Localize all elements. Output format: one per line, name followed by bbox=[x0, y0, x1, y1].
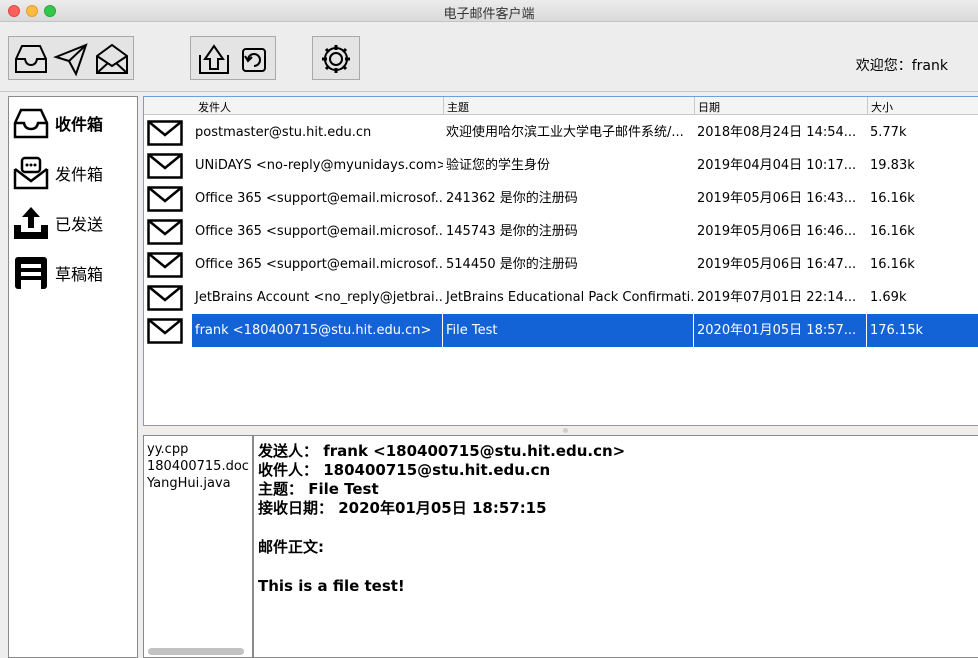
column-header-size[interactable]: 大小 bbox=[871, 99, 893, 115]
welcome-label: 欢迎您：frank bbox=[855, 58, 948, 74]
mail-date: 2019年04月04日 10:17... bbox=[697, 158, 857, 173]
mail-date: 2019年05月06日 16:46... bbox=[697, 224, 857, 239]
refresh-icon[interactable] bbox=[235, 41, 273, 77]
attachment-list: yy.cpp 180400715.doc YangHui.java bbox=[143, 435, 253, 658]
mail-sender: postmaster@stu.hit.edu.cn bbox=[195, 125, 372, 140]
envelope-icon bbox=[147, 186, 183, 212]
envelope-icon bbox=[147, 285, 183, 311]
horizontal-scrollbar[interactable] bbox=[148, 648, 244, 655]
gear-icon[interactable] bbox=[317, 41, 355, 77]
message-subject: 主题： File Test bbox=[258, 480, 379, 498]
mail-list-header: 发件人 主题 日期 大小 bbox=[144, 97, 978, 115]
mail-row[interactable]: UNiDAYS <no-reply@myunidays.com> 验证您的学生身份… bbox=[144, 149, 978, 182]
inbox-icon bbox=[11, 103, 51, 143]
mail-subject: File Test bbox=[443, 314, 694, 347]
mail-sender: Office 365 <support@email.microsof... bbox=[195, 224, 443, 239]
mail-date: 2018年08月24日 14:54... bbox=[697, 125, 857, 140]
mail-row[interactable]: frank <180400715@stu.hit.edu.cn> File Tes… bbox=[144, 314, 978, 347]
mail-date: 2019年05月06日 16:43... bbox=[697, 191, 857, 206]
app-window: 电子邮件客户端 欢迎您：frank 收件箱 发件箱 已发送 草稿箱 发件人 主题… bbox=[0, 0, 978, 658]
envelope-icon bbox=[147, 120, 183, 146]
mail-subject: 欢迎使用哈尔滨工业大学电子邮件系统/... bbox=[446, 125, 684, 140]
reply-icon[interactable] bbox=[195, 41, 233, 77]
toolbar: 欢迎您：frank bbox=[0, 22, 978, 92]
upload-icon bbox=[11, 203, 51, 243]
send-icon[interactable] bbox=[52, 41, 90, 77]
mail-date: 2019年07月01日 22:14... bbox=[697, 290, 857, 305]
mail-size: 19.83k bbox=[870, 158, 915, 173]
toolbar-group-mail bbox=[8, 36, 134, 80]
mail-row[interactable]: postmaster@stu.hit.edu.cn 欢迎使用哈尔滨工业大学电子邮件… bbox=[144, 116, 978, 149]
envelope-open-icon[interactable] bbox=[93, 41, 131, 77]
mail-sender: UNiDAYS <no-reply@myunidays.com> bbox=[195, 158, 443, 173]
column-header-sender[interactable]: 发件人 bbox=[198, 99, 231, 115]
mail-subject: JetBrains Educational Pack Confirmati... bbox=[446, 290, 694, 305]
attachment-item[interactable]: YangHui.java bbox=[144, 475, 252, 492]
sidebar-item-outbox[interactable]: 发件箱 bbox=[11, 153, 135, 193]
mail-subject: 241362 是你的注册码 bbox=[446, 191, 578, 206]
folder-sidebar: 收件箱 发件箱 已发送 草稿箱 bbox=[8, 96, 138, 658]
toolbar-group-settings bbox=[312, 36, 360, 80]
mail-row[interactable]: Office 365 <support@email.microsof... 241… bbox=[144, 182, 978, 215]
mail-size: 176.15k bbox=[867, 314, 978, 347]
mail-subject: 514450 是你的注册码 bbox=[446, 257, 578, 272]
mail-date: 2019年05月06日 16:47... bbox=[697, 257, 857, 272]
inbox-icon[interactable] bbox=[12, 41, 50, 77]
draft-icon bbox=[11, 253, 51, 293]
message-view: 发送人： frank <180400715@stu.hit.edu.cn> 收件… bbox=[253, 435, 978, 658]
mail-date: 2020年01月05日 18:57... bbox=[694, 314, 867, 347]
message-body-label: 邮件正文: bbox=[258, 538, 324, 556]
mail-list: 发件人 主题 日期 大小 postmaster@stu.hit.edu.cn 欢迎… bbox=[143, 96, 978, 426]
mail-size: 16.16k bbox=[870, 224, 915, 239]
mail-sender: Office 365 <support@email.microsof... bbox=[195, 191, 443, 206]
window-title: 电子邮件客户端 bbox=[443, 7, 535, 22]
mail-size: 5.77k bbox=[870, 125, 907, 140]
sidebar-item-label: 草稿箱 bbox=[55, 265, 104, 284]
envelope-icon bbox=[147, 318, 183, 344]
toolbar-group-actions bbox=[190, 36, 276, 80]
mail-sender: frank <180400715@stu.hit.edu.cn> bbox=[192, 314, 443, 347]
column-header-subject[interactable]: 主题 bbox=[447, 99, 469, 115]
mail-subject: 145743 是你的注册码 bbox=[446, 224, 578, 239]
mail-sender: Office 365 <support@email.microsof... bbox=[195, 257, 443, 272]
sidebar-item-label: 收件箱 bbox=[55, 115, 104, 134]
message-to: 收件人： 180400715@stu.hit.edu.cn bbox=[258, 461, 551, 479]
sidebar-item-label: 已发送 bbox=[55, 215, 104, 234]
mail-row[interactable]: JetBrains Account <no_reply@jetbrai... Je… bbox=[144, 281, 978, 314]
mail-sender: JetBrains Account <no_reply@jetbrai... bbox=[195, 290, 443, 305]
message-date: 接收日期： 2020年01月05日 18:57:15 bbox=[258, 499, 547, 517]
split-divider[interactable] bbox=[143, 426, 978, 435]
attachment-item[interactable]: 180400715.doc bbox=[144, 458, 252, 475]
envelope-icon bbox=[147, 153, 183, 179]
mail-size: 1.69k bbox=[870, 290, 907, 305]
outbox-icon bbox=[11, 153, 51, 193]
column-header-date[interactable]: 日期 bbox=[698, 99, 720, 115]
envelope-icon bbox=[147, 219, 183, 245]
sidebar-item-label: 发件箱 bbox=[55, 165, 104, 184]
message-body: This is a file test! bbox=[258, 577, 405, 595]
mail-size: 16.16k bbox=[870, 191, 915, 206]
envelope-icon bbox=[147, 252, 183, 278]
mail-subject: 验证您的学生身份 bbox=[446, 158, 551, 173]
mail-row[interactable]: Office 365 <support@email.microsof... 145… bbox=[144, 215, 978, 248]
message-from: 发送人： frank <180400715@stu.hit.edu.cn> bbox=[258, 442, 626, 460]
mail-row[interactable]: Office 365 <support@email.microsof... 514… bbox=[144, 248, 978, 281]
title-bar: 电子邮件客户端 bbox=[0, 0, 978, 22]
sidebar-item-inbox[interactable]: 收件箱 bbox=[11, 103, 135, 143]
mail-size: 16.16k bbox=[870, 257, 915, 272]
sidebar-item-drafts[interactable]: 草稿箱 bbox=[11, 253, 135, 293]
attachment-item[interactable]: yy.cpp bbox=[144, 441, 252, 458]
sidebar-item-sent[interactable]: 已发送 bbox=[11, 203, 135, 243]
